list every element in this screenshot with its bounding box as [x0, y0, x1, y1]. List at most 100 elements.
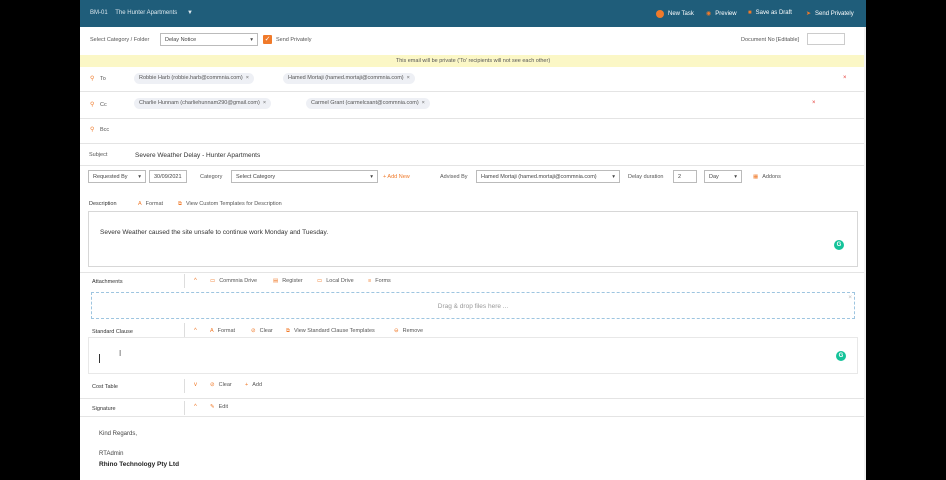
cost-add-button[interactable]: + Add: [245, 382, 262, 388]
clause-format-button[interactable]: A Format: [210, 328, 235, 334]
preview-button[interactable]: ◉ Preview: [706, 10, 737, 18]
register-label: Register: [282, 278, 303, 284]
delay-duration-value: 2: [678, 173, 682, 180]
private-banner: This email will be private ('To' recipie…: [80, 55, 866, 67]
cc-recipient-chip[interactable]: Charlie Hunnam (charliehunnam290@gmail.c…: [134, 98, 272, 109]
collapse-clause[interactable]: ^: [194, 328, 197, 334]
to-recipient-chip[interactable]: Robbie Harb (robbie.harb@commnia.com) ×: [134, 73, 254, 84]
addons-label: Addons: [762, 174, 781, 180]
description-label: Description: [89, 201, 117, 207]
remove-icon[interactable]: ×: [422, 100, 425, 106]
send-privately-checkbox[interactable]: ✓: [263, 35, 272, 44]
format-label: Format: [145, 201, 164, 207]
save-draft-label: Save as Draft: [755, 10, 792, 16]
delay-duration-input[interactable]: 2: [673, 170, 697, 183]
signature-company: Rhino Technology Pty Ltd: [99, 461, 180, 468]
save-draft-button[interactable]: ■ Save as Draft: [748, 10, 792, 16]
chevron-down-icon: ▾: [138, 173, 141, 180]
signature-label: Signature: [92, 406, 116, 412]
file-dropzone[interactable]: Drag & drop files here ... ×: [91, 292, 855, 319]
cost-table-label: Cost Table: [92, 384, 118, 390]
monitor-icon: ▭: [317, 278, 323, 284]
project-code: BM-01: [90, 10, 108, 16]
commnia-drive-button[interactable]: ▭ Commnia Drive: [210, 278, 257, 284]
subject-label: Subject: [89, 152, 108, 158]
remove-icon[interactable]: ×: [407, 75, 410, 81]
cc-recipient-chip[interactable]: Carmel Grant (carmelcsant@commnia.com) ×: [306, 98, 430, 109]
format-icon: A: [210, 328, 214, 334]
register-button[interactable]: ▤ Register: [273, 278, 303, 284]
top-bar: BM-01 The Hunter Apartments ▼ New Task ◉…: [80, 0, 866, 27]
remove-icon[interactable]: ×: [246, 75, 249, 81]
eye-icon: ◉: [706, 11, 712, 17]
advised-by-select[interactable]: Hamed Mortaji (hamed.mortaji@commnia.com…: [476, 170, 620, 183]
remove-icon: ⊖: [394, 328, 399, 334]
unit-select[interactable]: Day ▾: [704, 170, 742, 183]
view-custom-templates-label: View Custom Templates for Description: [185, 201, 282, 207]
advised-by-label: Advised By: [440, 174, 468, 180]
addons-button[interactable]: ▦ Addons: [753, 174, 781, 180]
send-privately-button[interactable]: ➤ Send Privately: [806, 10, 854, 18]
clause-clear-button[interactable]: ⊘ Clear: [251, 328, 273, 334]
date-input[interactable]: 30/09/2021: [149, 170, 187, 183]
clause-remove-label: Remove: [402, 328, 424, 334]
view-clause-templates-link[interactable]: ⧉ View Standard Clause Templates: [286, 328, 375, 335]
signature-edit-button[interactable]: ✎ Edit: [210, 404, 228, 410]
register-icon: ▤: [273, 278, 279, 284]
category2-select[interactable]: Select Category ▾: [231, 170, 378, 183]
plus-icon: +: [245, 382, 249, 388]
clear-to-icon[interactable]: ×: [843, 75, 847, 81]
local-drive-label: Local Drive: [326, 278, 354, 284]
description-editor[interactable]: Severe Weather caused the site unsafe to…: [88, 211, 858, 267]
expand-cost-table[interactable]: v: [194, 382, 197, 388]
text-cursor: [99, 354, 100, 363]
clear-icon: ⊘: [210, 382, 215, 388]
category-select[interactable]: Delay Notice ▾: [160, 33, 258, 46]
local-drive-button[interactable]: ▭ Local Drive: [317, 278, 354, 284]
format-button[interactable]: A Format: [138, 201, 163, 207]
subject-input[interactable]: Severe Weather Delay - Hunter Apartments: [135, 152, 260, 159]
new-task-label: New Task: [668, 11, 694, 17]
category2-label: Category: [200, 174, 223, 180]
chevron-up-icon: ^: [194, 278, 197, 284]
signature-name: RTAdmin: [99, 451, 124, 457]
clear-cc-icon[interactable]: ×: [812, 100, 816, 106]
grammarly-icon[interactable]: G: [834, 240, 844, 250]
unit-value: Day: [709, 173, 719, 180]
add-new-link[interactable]: + Add New: [383, 174, 410, 180]
app-window: BM-01 The Hunter Apartments ▼ New Task ◉…: [80, 0, 866, 480]
collapse-attachments[interactable]: ^: [194, 278, 197, 284]
clause-clear-label: Clear: [259, 328, 273, 334]
clause-remove-button[interactable]: ⊖ Remove: [394, 328, 423, 334]
view-clause-templates-label: View Standard Clause Templates: [293, 328, 375, 334]
attachments-label: Attachments: [92, 279, 123, 285]
requested-by-select[interactable]: Requested By ▾: [88, 170, 146, 183]
chevron-down-icon: v: [194, 382, 197, 388]
divider: [80, 398, 866, 399]
project-breadcrumb[interactable]: BM-01 The Hunter Apartments: [90, 10, 183, 16]
new-task-button[interactable]: New Task: [656, 10, 694, 18]
chevron-down-icon: ▾: [250, 36, 253, 43]
date-value: 30/09/2021: [154, 173, 182, 180]
collapse-signature[interactable]: ^: [194, 404, 197, 410]
project-name: The Hunter Apartments: [115, 10, 178, 16]
divider: [80, 165, 866, 166]
scrollbar[interactable]: [864, 27, 866, 480]
remove-icon[interactable]: ×: [263, 100, 266, 106]
clear-icon: ⊘: [251, 328, 256, 334]
clause-editor[interactable]: I G: [88, 337, 858, 374]
document-no-input[interactable]: [807, 33, 845, 45]
to-recipient-chip[interactable]: Hamed Mortaji (hamed.mortaji@commnia.com…: [283, 73, 415, 84]
cost-clear-button[interactable]: ⊘ Clear: [210, 382, 232, 388]
view-custom-templates-link[interactable]: ⧉ View Custom Templates for Description: [178, 201, 282, 208]
chevron-down-icon[interactable]: ▼: [187, 10, 193, 16]
divider: [80, 272, 866, 273]
dropzone-text: Drag & drop files here ...: [437, 303, 509, 310]
category-label: Select Category / Folder: [90, 37, 150, 43]
template-icon: ⧉: [286, 328, 290, 334]
category-value: Delay Notice: [165, 36, 197, 43]
close-icon[interactable]: ×: [848, 284, 852, 311]
forms-button[interactable]: ≡ Forms: [368, 278, 391, 284]
grammarly-icon[interactable]: G: [836, 351, 846, 361]
delay-duration-label: Delay duration: [628, 174, 664, 180]
